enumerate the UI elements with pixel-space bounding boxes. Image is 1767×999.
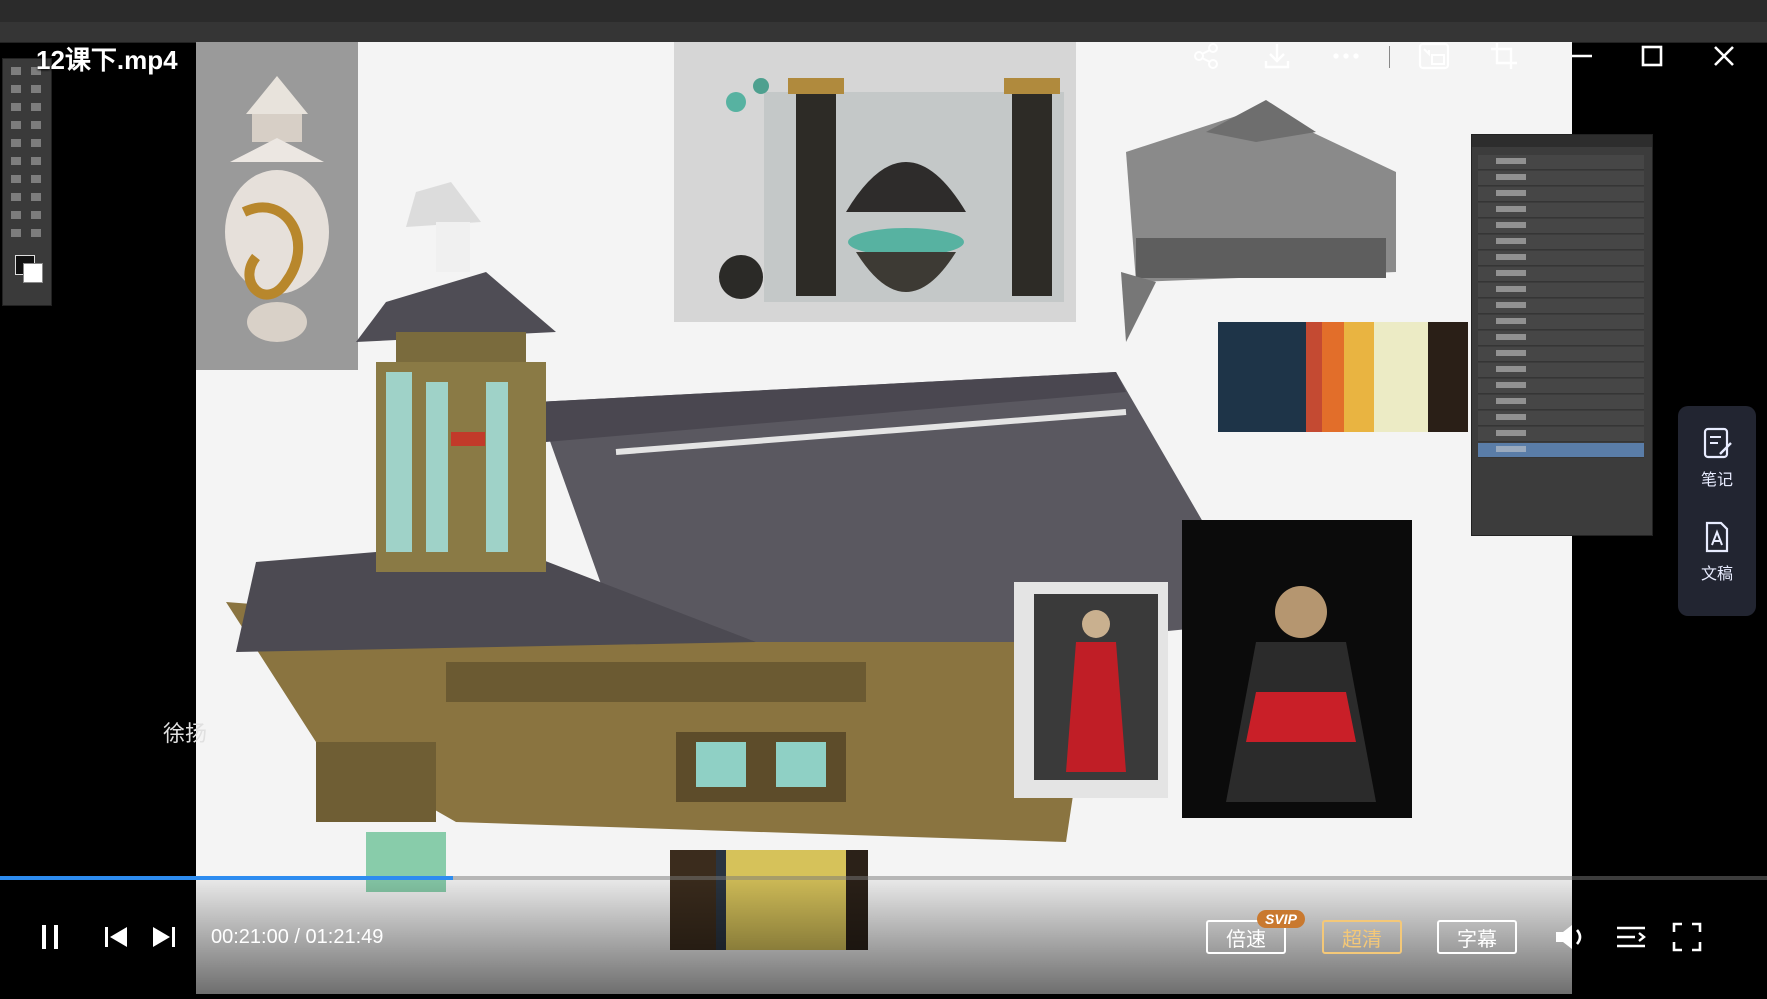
artwork-canvas xyxy=(196,42,1468,950)
side-tool-panel: 笔记 文稿 xyxy=(1678,406,1756,616)
previous-icon xyxy=(105,927,127,947)
pause-icon xyxy=(42,925,58,949)
notes-button[interactable]: 笔记 xyxy=(1678,414,1756,502)
transcript-icon xyxy=(1705,521,1729,553)
transcript-button[interactable]: 文稿 xyxy=(1678,508,1756,596)
previous-button[interactable] xyxy=(100,920,132,954)
next-icon xyxy=(153,927,175,947)
video-title: 12课下.mp4 xyxy=(36,45,178,75)
notes-label: 笔记 xyxy=(1700,472,1733,489)
close-icon[interactable] xyxy=(1706,36,1742,76)
toolbar-divider xyxy=(1389,46,1390,68)
maximize-icon[interactable] xyxy=(1634,36,1670,76)
quality-button[interactable]: 超清 xyxy=(1322,920,1402,954)
playlist-icon xyxy=(1617,926,1646,948)
transcript-label: 文稿 xyxy=(1700,566,1733,583)
volume-button[interactable] xyxy=(1552,920,1592,954)
download-icon[interactable] xyxy=(1259,36,1295,76)
svip-badge: SVIP xyxy=(1257,910,1305,928)
ps-layers-panel xyxy=(1471,134,1653,536)
crop-icon[interactable] xyxy=(1486,36,1522,76)
share-icon[interactable] xyxy=(1188,36,1224,76)
ps-toolbox xyxy=(2,58,52,306)
minimize-icon[interactable] xyxy=(1564,36,1600,76)
fullscreen-button[interactable] xyxy=(1670,920,1704,954)
next-button[interactable] xyxy=(148,920,180,954)
fullscreen-icon xyxy=(1672,922,1702,952)
subtitle-button[interactable]: 字幕 xyxy=(1437,920,1517,954)
pause-button[interactable] xyxy=(36,920,66,954)
picture-in-picture-icon[interactable] xyxy=(1416,36,1452,76)
color-palette-top xyxy=(1218,322,1468,432)
notes-icon xyxy=(1703,427,1732,459)
volume-icon xyxy=(1556,925,1582,949)
subtitle-fragment: 徐扬 xyxy=(163,721,208,746)
playlist-button[interactable] xyxy=(1614,920,1648,954)
time-display: 00:21:00 / 01:21:49 xyxy=(211,926,384,948)
tower-concept xyxy=(356,182,556,572)
ps-menubar xyxy=(0,0,1767,22)
gray-building-study xyxy=(1121,100,1396,342)
video-frame[interactable] xyxy=(196,42,1572,994)
more-icon[interactable] xyxy=(1328,36,1364,76)
